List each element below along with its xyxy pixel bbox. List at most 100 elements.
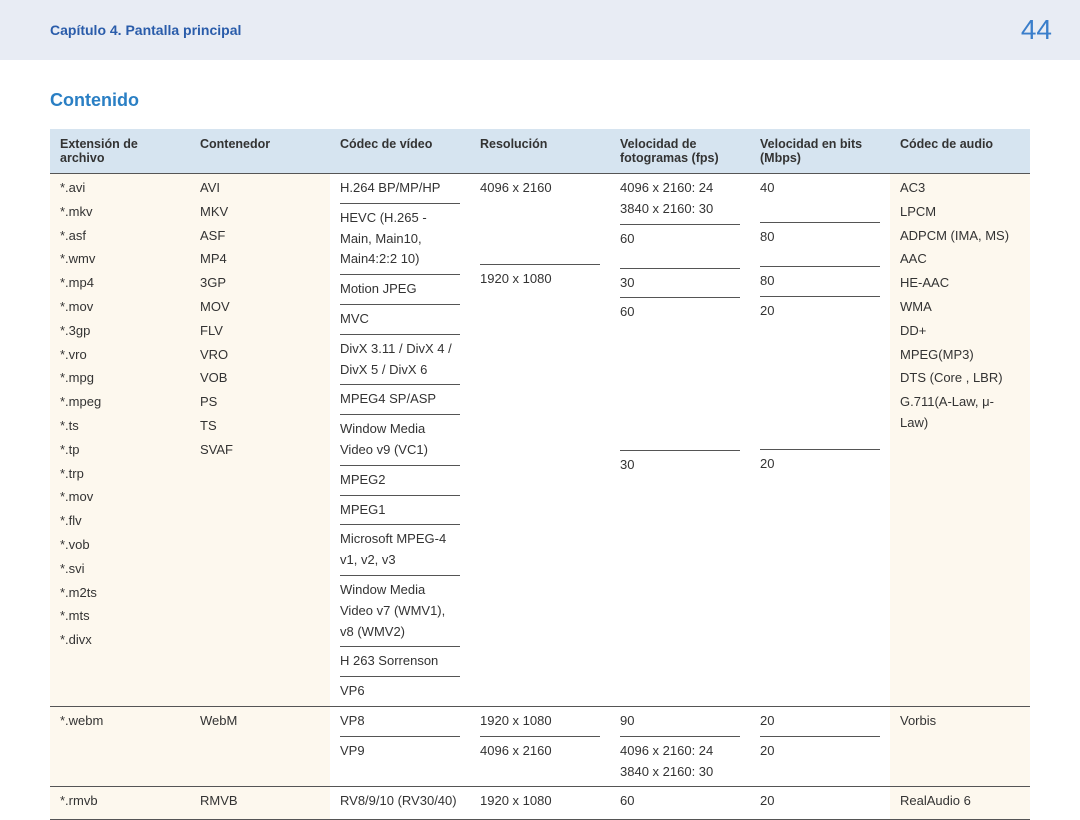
list-item: *.rmvb <box>60 791 180 812</box>
list-item: WMA <box>900 297 1020 318</box>
codec-cell: DivX 3.11 / DivX 4 / DivX 5 / DivX 6 <box>340 334 460 381</box>
resolution-cell <box>480 371 600 392</box>
list-item: *.wmv <box>60 249 180 270</box>
codec-cell: MPEG1 <box>340 495 460 521</box>
fps-cell <box>620 405 740 426</box>
resolution-cell: 1920 x 1080 <box>480 264 600 290</box>
fps-cell: 60 <box>620 791 740 812</box>
resolution-cell <box>480 329 600 350</box>
mbps-cell: 40 <box>760 178 880 218</box>
resolution-cell <box>480 199 600 239</box>
mbps-cell <box>760 322 880 362</box>
section-title: Contenido <box>50 90 1030 111</box>
list-item: RealAudio 6 <box>900 791 1020 812</box>
fps-cell: 30 <box>620 450 740 476</box>
resolution-cell: 1920 x 1080 <box>480 711 600 732</box>
codec-cell: VP9 <box>340 736 460 762</box>
list-item: *.mts <box>60 606 180 627</box>
fps-cell <box>620 537 740 558</box>
codec-cell: VP8 <box>340 711 460 732</box>
mbps-cell: 20 <box>760 296 880 322</box>
mbps-cell <box>760 424 880 445</box>
list-item: Vorbis <box>900 711 1020 732</box>
col-mbps: Velocidad en bits (Mbps) <box>750 129 890 174</box>
list-item: VOB <box>200 368 320 389</box>
codec-table: Extensión de archivo Contenedor Códec de… <box>50 129 1030 820</box>
fps-cell: 30 <box>620 268 740 294</box>
list-item: PS <box>200 392 320 413</box>
mbps-cell: 80 <box>760 266 880 292</box>
fps-cell <box>620 426 740 447</box>
mbps-cell: 20 <box>760 449 880 475</box>
mbps-cell <box>760 362 880 383</box>
list-item: MKV <box>200 202 320 223</box>
resolution-cell: 4096 x 2160 <box>480 178 600 199</box>
list-item: MPEG(MP3) <box>900 345 1020 366</box>
mbps-cell <box>760 475 880 515</box>
list-item: *.trp <box>60 464 180 485</box>
list-item: DTS (Core , LBR) <box>900 368 1020 389</box>
mbps-cell: 20 <box>760 791 880 812</box>
list-item: *.asf <box>60 226 180 247</box>
codec-cell: Window Media Video v9 (VC1) <box>340 414 460 461</box>
codec-cell: RV8/9/10 (RV30/40) <box>340 791 460 812</box>
codec-cell: HEVC (H.265 - Main, Main10, Main4:2:2 10… <box>340 203 460 270</box>
list-item: *.divx <box>60 630 180 651</box>
col-extension: Extensión de archivo <box>50 129 190 174</box>
list-item: *.mpg <box>60 368 180 389</box>
list-item: *.mp4 <box>60 273 180 294</box>
list-item: RMVB <box>200 791 320 812</box>
list-item: ASF <box>200 226 320 247</box>
codec-cell: Window Media Video v7 (WMV1), v8 (WMV2) <box>340 575 460 642</box>
fps-cell <box>620 476 740 516</box>
page-header: Capítulo 4. Pantalla principal 44 <box>0 0 1080 60</box>
list-item: *.avi <box>60 178 180 199</box>
list-item: *.vob <box>60 535 180 556</box>
list-item: VRO <box>200 345 320 366</box>
fps-cell <box>620 384 740 405</box>
fps-cell: 4096 x 2160: 243840 x 2160: 30 <box>620 178 740 220</box>
resolution-cell: 1920 x 1080 <box>480 791 600 812</box>
list-item: TS <box>200 416 320 437</box>
list-item: FLV <box>200 321 320 342</box>
fps-cell: 60 <box>620 297 740 323</box>
resolution-cell <box>480 350 600 371</box>
col-fps: Velocidad de fotogramas (fps) <box>610 129 750 174</box>
list-item: MOV <box>200 297 320 318</box>
codec-cell: H.264 BP/MP/HP <box>340 178 460 199</box>
list-item: AVI <box>200 178 320 199</box>
mbps-cell <box>760 382 880 403</box>
list-item: *.svi <box>60 559 180 580</box>
list-item: AAC <box>900 249 1020 270</box>
list-item: *.tp <box>60 440 180 461</box>
list-item: MP4 <box>200 249 320 270</box>
list-item: *.mov <box>60 487 180 508</box>
col-container: Contenedor <box>190 129 330 174</box>
mbps-cell: 20 <box>760 711 880 732</box>
codec-cell: VP6 <box>340 676 460 702</box>
mbps-cell: 20 <box>760 736 880 776</box>
codec-cell: MPEG2 <box>340 465 460 491</box>
resolution-cell <box>480 494 600 515</box>
list-item: *.webm <box>60 711 180 732</box>
resolution-cell <box>480 392 600 413</box>
list-item: *.3gp <box>60 321 180 342</box>
col-audio-codec: Códec de audio <box>890 129 1030 174</box>
fps-cell <box>620 323 740 363</box>
list-item: *.ts <box>60 416 180 437</box>
list-item: AC3 <box>900 178 1020 199</box>
list-item: LPCM <box>900 202 1020 223</box>
list-item: WebM <box>200 711 320 732</box>
list-item: SVAF <box>200 440 320 461</box>
fps-cell: 90 <box>620 711 740 732</box>
list-item: HE-AAC <box>900 273 1020 294</box>
codec-cell: Motion JPEG <box>340 274 460 300</box>
list-item: *.mkv <box>60 202 180 223</box>
list-item: *.m2ts <box>60 583 180 604</box>
col-resolution: Resolución <box>470 129 610 174</box>
list-item: *.mpeg <box>60 392 180 413</box>
col-video-codec: Códec de vídeo <box>330 129 470 174</box>
list-item: *.flv <box>60 511 180 532</box>
codec-cell: H 263 Sorrenson <box>340 646 460 672</box>
mbps-cell: 80 <box>760 222 880 262</box>
